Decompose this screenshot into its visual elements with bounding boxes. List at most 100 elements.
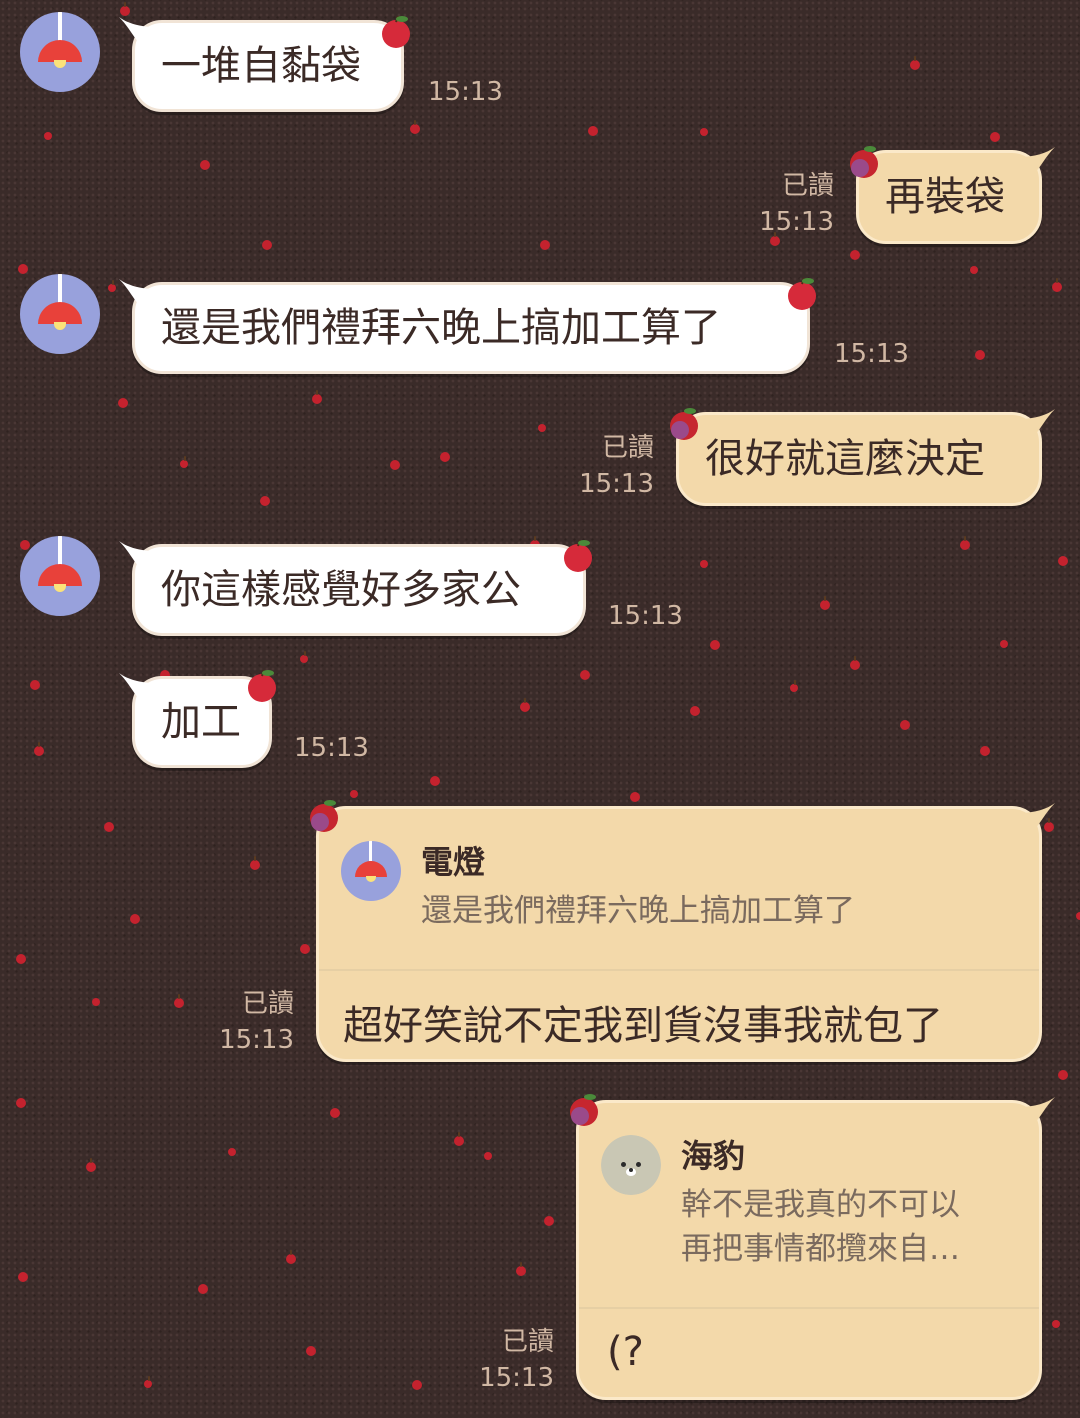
read-receipt: 已讀 — [501, 1327, 554, 1357]
apple-dot-icon — [174, 994, 184, 1008]
message-text: 加工 — [161, 699, 241, 745]
apple-dot-icon — [700, 560, 708, 568]
apple-dot-icon — [710, 640, 720, 650]
apple-dot-icon — [588, 126, 598, 136]
apple-dot-icon — [18, 264, 28, 274]
message-bubble-incoming[interactable]: 你這樣感覺好多家公 — [119, 541, 586, 636]
apple-dot-icon — [144, 1376, 152, 1388]
apple-dot-icon — [330, 1108, 340, 1118]
message-time: 15:13 — [579, 469, 654, 499]
apple-dot-icon — [34, 742, 44, 756]
apple-dot-icon — [250, 856, 260, 870]
message-bubble-outgoing[interactable]: 再裝袋 — [856, 147, 1055, 244]
apple-dot-icon — [454, 1132, 464, 1146]
apple-icon — [570, 1094, 598, 1126]
contact-avatar[interactable] — [20, 12, 100, 92]
apple-dot-icon — [108, 280, 116, 292]
apple-dot-icon — [20, 540, 30, 550]
message-time: 15:13 — [479, 1363, 554, 1393]
apple-dot-icon — [300, 651, 308, 663]
apple-dot-icon — [850, 250, 860, 260]
seal-icon — [601, 1135, 661, 1195]
apple-dot-icon — [228, 1148, 236, 1156]
apple-dot-icon — [16, 954, 26, 964]
reply-message-bubble[interactable]: 電燈 還是我們禮拜六晚上搞加工算了 超好笑說不定我到貨沒事我就包了 — [316, 803, 1055, 1062]
apple-dot-icon — [86, 1158, 96, 1172]
contact-avatar[interactable] — [20, 274, 100, 354]
apple-dot-icon — [350, 790, 358, 798]
apple-dot-icon — [312, 390, 322, 404]
apple-dot-icon — [1052, 1320, 1060, 1328]
apple-dot-icon — [980, 746, 990, 756]
reply-message-bubble[interactable]: 海豹 幹不是我真的不可以 再把事情都攬來自… (? — [576, 1097, 1055, 1400]
apple-dot-icon — [910, 56, 920, 70]
apple-dot-icon — [520, 698, 530, 712]
apple-dot-icon — [200, 160, 210, 170]
apple-dot-icon — [1052, 278, 1062, 292]
reply-divider — [319, 969, 1039, 971]
reply-divider — [579, 1307, 1039, 1309]
apple-dot-icon — [790, 680, 798, 692]
read-receipt: 已讀 — [601, 433, 654, 463]
apple-dot-icon — [1058, 556, 1068, 566]
apple-dot-icon — [700, 128, 708, 136]
message-text: 超好笑說不定我到貨沒事我就包了 — [343, 1003, 943, 1049]
apple-dot-icon — [516, 1262, 526, 1276]
read-receipt: 已讀 — [241, 989, 294, 1019]
apple-dot-icon — [1000, 640, 1008, 648]
apple-dot-icon — [390, 460, 400, 470]
quoted-avatar — [341, 841, 401, 901]
quoted-sender-name: 海豹 — [681, 1137, 746, 1175]
apple-icon — [670, 408, 698, 440]
apple-icon — [788, 277, 816, 310]
apple-dot-icon — [44, 132, 52, 140]
message-time: 15:13 — [428, 77, 503, 107]
apple-dot-icon — [690, 706, 700, 716]
apple-dot-icon — [484, 1152, 492, 1160]
contact-avatar[interactable] — [20, 536, 100, 616]
apple-dot-icon — [540, 240, 550, 250]
apple-dot-icon — [18, 1272, 28, 1282]
apple-dot-icon — [820, 596, 830, 610]
message-time: 15:13 — [834, 339, 909, 369]
message-text: 一堆自黏袋 — [161, 43, 361, 89]
apple-dot-icon — [1058, 1070, 1068, 1080]
apple-dot-icon — [430, 776, 440, 786]
read-receipt: 已讀 — [781, 171, 834, 201]
apple-dot-icon — [850, 656, 860, 670]
message-text: 還是我們禮拜六晚上搞加工算了 — [161, 305, 721, 351]
lamp-icon — [38, 302, 82, 324]
apple-dot-icon — [990, 132, 1000, 142]
apple-dot-icon — [412, 1380, 422, 1390]
apple-dot-icon — [410, 120, 420, 134]
message-bubble-outgoing[interactable]: 很好就這麼決定 — [676, 409, 1055, 506]
apple-dot-icon — [975, 350, 985, 360]
apple-dot-icon — [900, 720, 910, 730]
apple-dot-icon — [30, 680, 40, 690]
lamp-icon — [355, 861, 387, 877]
apple-dot-icon — [180, 456, 188, 468]
apple-dot-icon — [286, 1250, 296, 1264]
apple-dot-icon — [580, 670, 590, 680]
lamp-icon — [38, 564, 82, 586]
apple-dot-icon — [120, 2, 130, 16]
apple-dot-icon — [198, 1284, 208, 1294]
apple-dot-icon — [104, 822, 114, 832]
apple-dot-icon — [1076, 912, 1080, 920]
apple-dot-icon — [960, 536, 970, 550]
apple-dot-icon — [92, 998, 100, 1006]
apple-icon — [248, 669, 276, 702]
apple-dot-icon — [260, 496, 270, 506]
apple-icon — [382, 15, 410, 48]
message-bubble-incoming[interactable]: 還是我們禮拜六晚上搞加工算了 — [119, 279, 810, 374]
apple-icon — [850, 146, 878, 178]
quoted-text: 還是我們禮拜六晚上搞加工算了 — [421, 893, 855, 929]
message-time: 15:13 — [294, 733, 369, 763]
apple-icon — [310, 800, 338, 832]
quoted-sender-name: 電燈 — [421, 843, 486, 881]
message-time: 15:13 — [759, 207, 834, 237]
message-bubble-incoming[interactable]: 一堆自黏袋 — [119, 17, 404, 112]
message-text: 你這樣感覺好多家公 — [161, 567, 521, 613]
apple-icon — [564, 539, 592, 572]
apple-dot-icon — [306, 1346, 316, 1356]
